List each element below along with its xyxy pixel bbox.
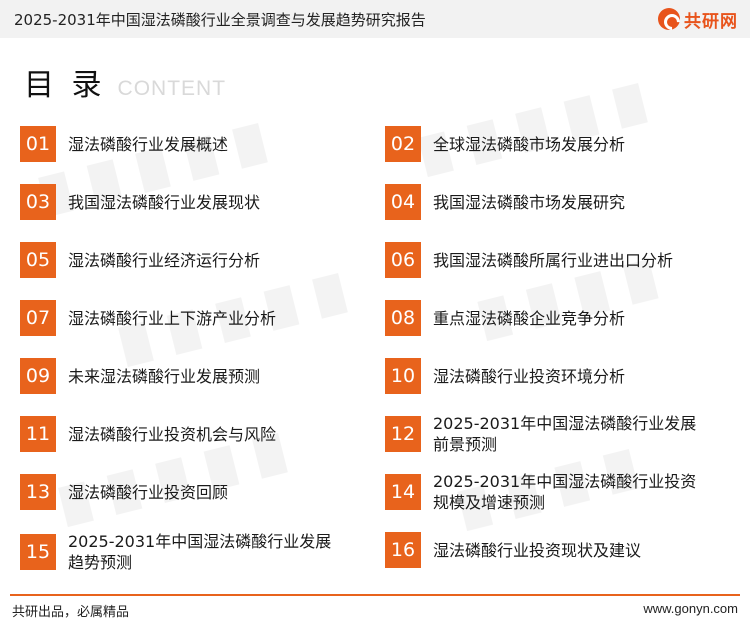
toc-item-number: 08 [385, 300, 421, 336]
brand-name: 共研网 [684, 11, 738, 32]
report-title: 2025-2031年中国湿法磷酸行业全景调查与发展趋势研究报告 [14, 11, 426, 29]
toc-item-label: 湿法磷酸行业发展概述 [68, 134, 229, 154]
toc-item[interactable]: 10 湿法磷酸行业投资环境分析 [385, 356, 725, 396]
toc-item-label: 2025-2031年中国湿法磷酸行业发展趋势预测 [68, 532, 332, 572]
toc-item-number: 09 [20, 358, 56, 394]
toc-item-number: 07 [20, 300, 56, 336]
toc-item[interactable]: 09 未来湿法磷酸行业发展预测 [20, 356, 360, 396]
toc-item[interactable]: 12 2025-2031年中国湿法磷酸行业发展前景预测 [385, 412, 725, 456]
toc-item[interactable]: 05 湿法磷酸行业经济运行分析 [20, 240, 360, 280]
toc-subtitle: CONTENT [117, 77, 227, 100]
toc-title: 目 录 [24, 68, 106, 103]
footer-url[interactable]: www.gonyn.com [643, 601, 738, 616]
toc-item[interactable]: 06 我国湿法磷酸所属行业进出口分析 [385, 240, 725, 280]
toc-item-number: 02 [385, 126, 421, 162]
toc-item-number: 04 [385, 184, 421, 220]
toc-item-label: 湿法磷酸行业投资现状及建议 [433, 540, 642, 560]
toc-item-label: 全球湿法磷酸市场发展分析 [433, 134, 626, 154]
toc-item-label: 我国湿法磷酸所属行业进出口分析 [433, 250, 674, 270]
toc-item-label: 湿法磷酸行业投资机会与风险 [68, 424, 277, 444]
toc-item[interactable]: 01 湿法磷酸行业发展概述 [20, 124, 360, 164]
toc-item-label: 湿法磷酸行业投资环境分析 [433, 366, 626, 386]
toc-item-number: 06 [385, 242, 421, 278]
toc-item-label: 湿法磷酸行业上下游产业分析 [68, 308, 277, 328]
footer-divider [10, 594, 740, 596]
toc-item[interactable]: 03 我国湿法磷酸行业发展现状 [20, 182, 360, 222]
toc-item-number: 15 [20, 534, 56, 570]
toc-item-number: 14 [385, 474, 421, 510]
toc-item-number: 12 [385, 416, 421, 452]
toc-item[interactable]: 04 我国湿法磷酸市场发展研究 [385, 182, 725, 222]
toc-heading: 目 录 CONTENT [24, 60, 226, 104]
footer-slogan: 共研出品，必属精品 [12, 605, 130, 620]
toc-item-label: 2025-2031年中国湿法磷酸行业投资规模及增速预测 [433, 472, 697, 512]
brand-logo: 共研网 [658, 7, 738, 32]
toc-item-number: 16 [385, 532, 421, 568]
brand-logo-icon [658, 8, 680, 30]
toc-item[interactable]: 14 2025-2031年中国湿法磷酸行业投资规模及增速预测 [385, 470, 725, 514]
toc-item-number: 11 [20, 416, 56, 452]
toc-item-label: 我国湿法磷酸行业发展现状 [68, 192, 261, 212]
toc-item-number: 03 [20, 184, 56, 220]
toc-item-number: 01 [20, 126, 56, 162]
toc-item-number: 05 [20, 242, 56, 278]
header-bar: 2025-2031年中国湿法磷酸行业全景调查与发展趋势研究报告 共研网 [0, 0, 750, 38]
toc-item-number: 10 [385, 358, 421, 394]
toc-item-label: 我国湿法磷酸市场发展研究 [433, 192, 626, 212]
toc-item[interactable]: 15 2025-2031年中国湿法磷酸行业发展趋势预测 [20, 530, 360, 574]
toc-item-label: 未来湿法磷酸行业发展预测 [68, 366, 261, 386]
toc-item[interactable]: 08 重点湿法磷酸企业竞争分析 [385, 298, 725, 338]
toc-item-label: 重点湿法磷酸企业竞争分析 [433, 308, 626, 328]
toc-item[interactable]: 16 湿法磷酸行业投资现状及建议 [385, 530, 725, 570]
toc-item[interactable]: 11 湿法磷酸行业投资机会与风险 [20, 414, 360, 454]
toc-item-label: 2025-2031年中国湿法磷酸行业发展前景预测 [433, 414, 697, 454]
toc-item[interactable]: 02 全球湿法磷酸市场发展分析 [385, 124, 725, 164]
toc-item-label: 湿法磷酸行业投资回顾 [68, 482, 229, 502]
toc-item[interactable]: 13 湿法磷酸行业投资回顾 [20, 472, 360, 512]
toc-item[interactable]: 07 湿法磷酸行业上下游产业分析 [20, 298, 360, 338]
toc-item-number: 13 [20, 474, 56, 510]
toc-item-label: 湿法磷酸行业经济运行分析 [68, 250, 261, 270]
